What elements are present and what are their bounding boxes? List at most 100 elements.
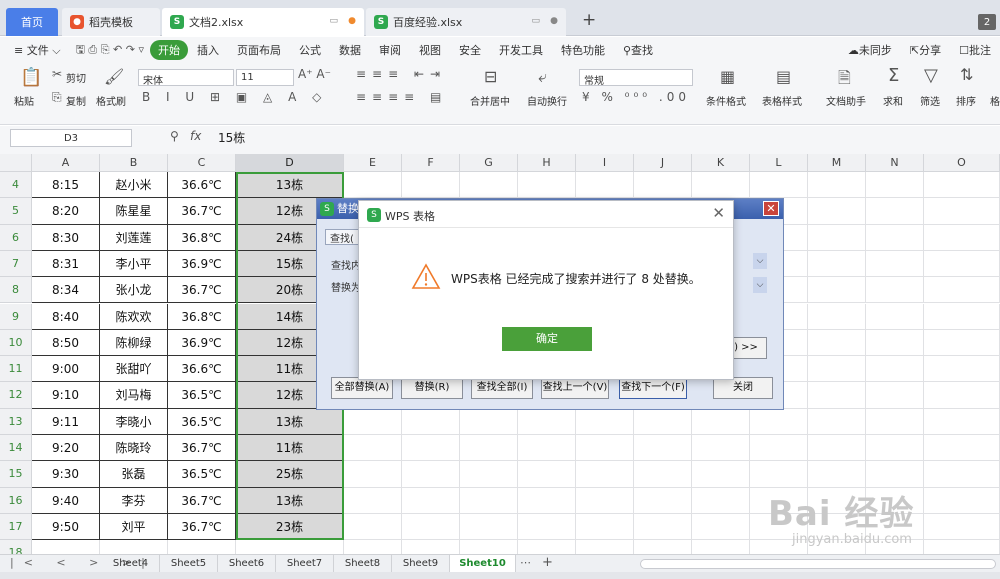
column-header-k[interactable]: K bbox=[692, 154, 750, 172]
empty-cell[interactable] bbox=[634, 172, 692, 199]
empty-cell[interactable] bbox=[866, 198, 924, 225]
screen-icon[interactable]: ▭ bbox=[531, 16, 540, 26]
empty-cell[interactable] bbox=[402, 408, 460, 435]
cell-d[interactable]: 25栋 bbox=[236, 461, 344, 488]
empty-cell[interactable] bbox=[750, 435, 808, 462]
row-header[interactable]: 10 bbox=[0, 329, 32, 357]
empty-cell[interactable] bbox=[460, 540, 518, 554]
row-header[interactable]: 4 bbox=[0, 172, 32, 199]
format-painter-button[interactable]: 格式刷 bbox=[96, 93, 126, 108]
empty-cell[interactable] bbox=[924, 487, 1000, 514]
cell-a[interactable]: 9:40 bbox=[32, 487, 100, 514]
filter-button[interactable]: 筛选 bbox=[920, 93, 940, 108]
cell-a[interactable]: 8:20 bbox=[32, 198, 100, 225]
cell-b[interactable]: 李晓小 bbox=[100, 408, 168, 435]
sheet-tab-sheet6[interactable]: Sheet6 bbox=[218, 555, 276, 573]
number-format-select[interactable]: 常规 bbox=[579, 69, 693, 87]
merge-icon[interactable]: ⊟ bbox=[484, 67, 497, 86]
empty-cell[interactable] bbox=[576, 435, 634, 462]
wrap-icon[interactable]: ⤶ bbox=[538, 67, 547, 87]
empty-cell[interactable] bbox=[518, 408, 576, 435]
close-icon[interactable]: ✕ bbox=[712, 204, 725, 222]
find-next-button[interactable]: 查找下一个(F) bbox=[619, 377, 687, 399]
empty-cell[interactable] bbox=[866, 408, 924, 435]
empty-cell[interactable] bbox=[750, 461, 808, 488]
empty-cell[interactable] bbox=[518, 487, 576, 514]
empty-cell[interactable] bbox=[576, 172, 634, 199]
close-button[interactable]: 关闭 bbox=[713, 377, 773, 399]
cell-d[interactable]: 13栋 bbox=[236, 487, 344, 514]
empty-cell[interactable] bbox=[924, 540, 1000, 554]
empty-cell[interactable] bbox=[576, 487, 634, 514]
annotate-button[interactable]: ☐批注 bbox=[950, 42, 1000, 58]
empty-cell[interactable] bbox=[808, 356, 866, 383]
column-header-g[interactable]: G bbox=[460, 154, 518, 172]
cell-a[interactable] bbox=[32, 540, 100, 554]
menu-data[interactable]: 数据 bbox=[330, 42, 370, 58]
empty-cell[interactable] bbox=[692, 513, 750, 541]
sync-button[interactable]: ☁未同步 bbox=[839, 42, 901, 58]
column-header-m[interactable]: M bbox=[808, 154, 866, 172]
name-box[interactable]: D3 bbox=[10, 129, 132, 147]
empty-cell[interactable] bbox=[634, 408, 692, 435]
empty-cell[interactable] bbox=[576, 461, 634, 488]
empty-cell[interactable] bbox=[924, 172, 1000, 199]
cell-a[interactable]: 8:34 bbox=[32, 277, 100, 304]
cell-a[interactable]: 8:40 bbox=[32, 303, 100, 330]
column-header-e[interactable]: E bbox=[344, 154, 402, 172]
empty-cell[interactable] bbox=[518, 461, 576, 488]
row-header[interactable]: 16 bbox=[0, 487, 32, 514]
row-header[interactable]: 12 bbox=[0, 382, 32, 409]
tab-home[interactable]: 首页 bbox=[6, 8, 58, 36]
cell-c[interactable]: 36.5℃ bbox=[168, 461, 236, 488]
cell-a[interactable]: 9:50 bbox=[32, 513, 100, 541]
empty-cell[interactable] bbox=[924, 382, 1000, 409]
cell-c[interactable]: 36.7℃ bbox=[168, 435, 236, 462]
empty-cell[interactable] bbox=[634, 435, 692, 462]
add-sheet-button[interactable]: + bbox=[542, 555, 553, 570]
cell-b[interactable]: 张磊 bbox=[100, 461, 168, 488]
empty-cell[interactable] bbox=[808, 172, 866, 199]
window-count-badge[interactable]: 2 bbox=[978, 14, 996, 30]
column-header-c[interactable]: C bbox=[168, 154, 236, 172]
sheet-tab-sheet5[interactable]: Sheet5 bbox=[160, 555, 218, 573]
sum-button[interactable]: 求和 bbox=[883, 93, 903, 108]
row-header[interactable]: 6 bbox=[0, 224, 32, 251]
menu-formula[interactable]: 公式 bbox=[290, 42, 330, 58]
empty-cell[interactable] bbox=[576, 408, 634, 435]
cell-c[interactable]: 36.7℃ bbox=[168, 487, 236, 514]
empty-cell[interactable] bbox=[866, 172, 924, 199]
tab-wps-templates[interactable]: ● 稻壳模板 bbox=[62, 8, 160, 36]
menu-file[interactable]: ≡ 文件 ⌵ bbox=[0, 42, 70, 58]
cell-a[interactable]: 9:11 bbox=[32, 408, 100, 435]
empty-cell[interactable] bbox=[344, 540, 402, 554]
cell-d[interactable]: 23栋 bbox=[236, 513, 344, 541]
empty-cell[interactable] bbox=[808, 224, 866, 251]
empty-cell[interactable] bbox=[866, 250, 924, 278]
cell-b[interactable]: 刘平 bbox=[100, 513, 168, 541]
empty-cell[interactable] bbox=[808, 461, 866, 488]
menu-review[interactable]: 审阅 bbox=[370, 42, 410, 58]
cell-a[interactable]: 8:31 bbox=[32, 250, 100, 278]
cell-b[interactable]: 刘马梅 bbox=[100, 382, 168, 409]
row-header[interactable]: 11 bbox=[0, 356, 32, 383]
menu-view[interactable]: 视图 bbox=[410, 42, 450, 58]
empty-cell[interactable] bbox=[402, 172, 460, 199]
column-header-a[interactable]: A bbox=[32, 154, 100, 172]
cell-c[interactable]: 36.9℃ bbox=[168, 250, 236, 278]
empty-cell[interactable] bbox=[866, 435, 924, 462]
fx-icon[interactable]: fx bbox=[190, 129, 201, 143]
empty-cell[interactable] bbox=[750, 172, 808, 199]
empty-cell[interactable] bbox=[924, 250, 1000, 278]
doc-helper-button[interactable]: 文档助手 bbox=[826, 93, 866, 108]
font-style-icons[interactable]: B I U ⊞ ▣ ◬ A ◇ bbox=[142, 90, 327, 104]
row-header[interactable]: 17 bbox=[0, 513, 32, 541]
empty-cell[interactable] bbox=[460, 408, 518, 435]
empty-cell[interactable] bbox=[808, 198, 866, 225]
menu-insert[interactable]: 插入 bbox=[188, 42, 228, 58]
conditional-format-button[interactable]: 条件格式 bbox=[706, 93, 746, 108]
merge-button[interactable]: 合并居中 bbox=[470, 93, 510, 108]
cell-b[interactable]: 陈欢欢 bbox=[100, 303, 168, 330]
empty-cell[interactable] bbox=[344, 513, 402, 541]
cell-c[interactable]: 36.6℃ bbox=[168, 356, 236, 383]
